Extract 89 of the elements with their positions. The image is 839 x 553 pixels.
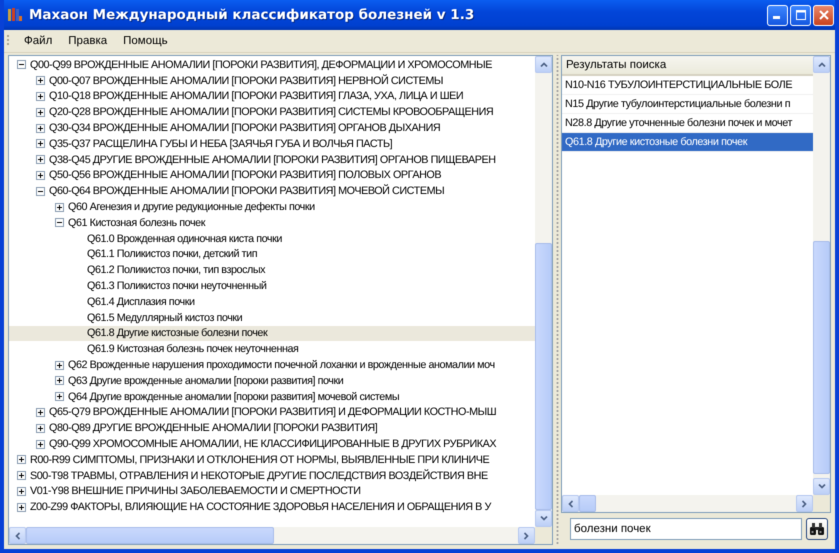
tree-item[interactable]: Q64 Другие врожденные аномалии [пороки развития] мочевой системы (9, 388, 535, 405)
tree-item[interactable]: Q61.1 Поликистоз почки, детский тип (9, 246, 535, 262)
tree-item[interactable]: Q61.8 Другие кистозные болезни почек (9, 326, 535, 342)
tree-item[interactable]: Z00-Z99 ФАКТОРЫ, ВЛИЯЮЩИЕ НА СОСТОЯНИЕ ЗДОРОВЬЯ НАСЕЛЕНИЯ И ОБРАЩЕНИЯ В У (9, 499, 535, 516)
close-button[interactable] (813, 4, 834, 26)
tree-item[interactable]: Q65-Q79 ВРОЖДЕННЫЕ АНОМАЛИИ [ПОРОКИ РАЗВИТИЯ] И ДЕФОРМАЦИИ КОСТНО-МЫШ (9, 404, 535, 420)
books-icon (7, 7, 23, 23)
expand-icon[interactable] (17, 486, 26, 496)
expand-icon[interactable] (36, 424, 45, 433)
menu-item[interactable]: Помощь (115, 33, 176, 49)
expand-icon[interactable] (55, 202, 64, 212)
result-item[interactable]: N15 Другие тубулоинтерстициальные болезни п (562, 95, 813, 114)
expand-icon[interactable] (36, 139, 45, 148)
expand-icon[interactable] (36, 440, 45, 449)
expand-icon[interactable] (55, 376, 64, 386)
scroll-down-button[interactable] (535, 510, 552, 527)
expand-icon[interactable] (55, 392, 64, 402)
tree-item[interactable]: Q10-Q18 ВРОЖДЕННЫЕ АНОМАЛИИ [ПОРОКИ РАЗВИТИЯ] ГЛАЗА, УХА, ЛИЦА И ШЕИ (9, 88, 535, 104)
scroll-right-button[interactable] (518, 527, 535, 544)
tree-item[interactable]: Q61.4 Дисплазия почки (9, 294, 535, 310)
tree-item[interactable]: Q61.9 Кистозная болезнь почек неуточненная (9, 341, 535, 358)
tree-item[interactable]: R00-R99 СИМПТОМЫ, ПРИЗНАКИ И ОТКЛОНЕНИЯ ОТ НОРМЫ, ВЫЯВЛЕННЫЕ ПРИ КЛИНИЧЕ (9, 452, 535, 468)
tree-item[interactable]: Q60 Агенезия и другие редукционные дефекты почки (9, 199, 535, 215)
expand-icon[interactable] (36, 92, 45, 101)
expand-icon[interactable] (17, 471, 26, 480)
collapse-icon[interactable] (55, 218, 64, 228)
chevron-down-icon (818, 484, 826, 489)
result-item[interactable]: N10-N16 ТУБУЛОИНТЕРСТИЦИАЛЬНЫЕ БОЛЕ (562, 76, 813, 95)
scroll-up-button[interactable] (813, 56, 830, 73)
chevron-up-icon (540, 62, 548, 67)
tree-item[interactable]: V01-Y98 ВНЕШНИЕ ПРИЧИНЫ ЗАБОЛЕВАЕМОСТИ И СМЕРТНОСТИ (9, 484, 535, 500)
expand-icon[interactable] (55, 360, 64, 370)
chevron-right-icon (802, 500, 807, 508)
minimize-icon (773, 16, 780, 19)
tree-item[interactable]: Q20-Q28 ВРОЖДЕННЫЕ АНОМАЛИИ [ПОРОКИ РАЗВИТИЯ] СИСТЕМЫ КРОВООБРАЩЕНИЯ (9, 104, 535, 120)
expand-icon[interactable] (36, 155, 45, 164)
scroll-thumb[interactable] (813, 241, 830, 474)
expand-icon[interactable] (36, 170, 45, 180)
scroll-left-button[interactable] (9, 527, 26, 544)
search-button[interactable] (806, 518, 828, 540)
tree-item[interactable]: S00-T98 ТРАВМЫ, ОТРАВЛЕНИЯ И НЕКОТОРЫЕ ДРУГИЕ ПОСЛЕДСТВИЯ ВОЗДЕЙСТВИЯ ВНЕ (9, 468, 535, 484)
tree-item[interactable]: Q61.3 Поликистоз почки неуточненный (9, 278, 535, 294)
chevron-up-icon (818, 62, 826, 67)
scroll-right-button[interactable] (796, 495, 813, 512)
scroll-thumb[interactable] (26, 527, 274, 544)
scroll-thumb[interactable] (535, 243, 552, 510)
maximize-icon (796, 10, 806, 20)
menu-item[interactable]: Правка (60, 33, 116, 49)
collapse-icon[interactable] (17, 60, 26, 70)
tree-item[interactable]: Q62 Врожденные нарушения проходимости почечной лоханки и врожденные аномалии моч (9, 357, 535, 373)
close-icon (818, 10, 828, 20)
expand-icon[interactable] (17, 502, 26, 512)
minimize-button[interactable] (767, 4, 788, 26)
chevron-left-icon (568, 500, 573, 508)
tree-item[interactable]: Q90-Q99 ХРОМОСОМНЫЕ АНОМАЛИИ, НЕ КЛАССИФИЦИРОВАННЫЕ В ДРУГИХ РУБРИКАХ (9, 436, 535, 452)
expand-icon[interactable] (17, 455, 26, 464)
toolbar-grip-icon (7, 34, 10, 48)
scroll-left-button[interactable] (562, 495, 579, 512)
menu-item[interactable]: Файл (16, 33, 60, 49)
expand-icon[interactable] (36, 408, 45, 417)
maximize-button[interactable] (790, 4, 811, 26)
tree-item[interactable]: Q61.5 Медуллярный кистоз почки (9, 310, 535, 326)
tree-item[interactable]: Q38-Q45 ДРУГИЕ ВРОЖДЕННЫЕ АНОМАЛИИ [ПОРОКИ РАЗВИТИЯ] ОРГАНОВ ПИЩЕВАРЕН (9, 152, 535, 168)
search-field[interactable]: болезни почек (570, 518, 802, 540)
expand-icon[interactable] (36, 108, 45, 117)
collapse-icon[interactable] (36, 186, 45, 196)
tree-item[interactable]: Q63 Другие врожденные аномалии [пороки развития] почки (9, 372, 535, 389)
tree-item[interactable]: Q35-Q37 РАСЩЕЛИНА ГУБЫ И НЕБА [ЗАЯЧЬЯ ГУБА И ВОЛЧЬЯ ПАСТЬ] (9, 136, 535, 152)
scroll-thumb[interactable] (579, 495, 596, 512)
result-item[interactable]: Q61.8 Другие кистозные болезни почек (562, 133, 813, 152)
window-title: Махаон Международный классификатор болезней v 1.3 (29, 7, 476, 23)
chevron-down-icon (540, 516, 548, 521)
tree-item[interactable]: Q00-Q99 ВРОЖДЕННЫЕ АНОМАЛИИ [ПОРОКИ РАЗВИТИЯ], ДЕФОРМАЦИИ И ХРОМОСОМНЫЕ (9, 57, 535, 73)
scroll-up-button[interactable] (535, 56, 552, 73)
chevron-right-icon (524, 532, 529, 540)
tree-item[interactable]: Q61.2 Поликистоз почки, тип взрослых (9, 262, 535, 278)
scroll-down-button[interactable] (813, 478, 830, 495)
tree-item[interactable]: Q50-Q56 ВРОЖДЕННЫЕ АНОМАЛИИ [ПОРОКИ РАЗВИТИЯ] ПОЛОВЫХ ОРГАНОВ (9, 168, 535, 184)
binoculars-icon (809, 522, 825, 536)
tree-item[interactable]: Q30-Q34 ВРОЖДЕННЫЕ АНОМАЛИИ [ПОРОКИ РАЗВИТИЯ] ОРГАНОВ ДЫХАНИЯ (9, 120, 535, 136)
tree-item[interactable]: Q60-Q64 ВРОЖДЕННЫЕ АНОМАЛИИ [ПОРОКИ РАЗВИТИЯ] МОЧЕВОЙ СИСТЕМЫ (9, 183, 535, 200)
chevron-left-icon (15, 532, 20, 540)
expand-icon[interactable] (36, 124, 45, 133)
tree-item[interactable]: Q61.0 Врожденная одиночная киста почки (9, 230, 535, 247)
tree-item[interactable]: Q80-Q89 ДРУГИЕ ВРОЖДЕННЫЕ АНОМАЛИИ [ПОРОКИ РАЗВИТИЯ] (9, 420, 535, 436)
tree-item[interactable]: Q00-Q07 ВРОЖДЕННЫЕ АНОМАЛИИ [ПОРОКИ РАЗВИТИЯ] НЕРВНОЙ СИСТЕМЫ (9, 72, 535, 89)
expand-icon[interactable] (36, 76, 45, 86)
column-header[interactable]: Результаты поиска (562, 56, 813, 76)
tree-item[interactable]: Q61 Кистозная болезнь почек (9, 214, 535, 231)
